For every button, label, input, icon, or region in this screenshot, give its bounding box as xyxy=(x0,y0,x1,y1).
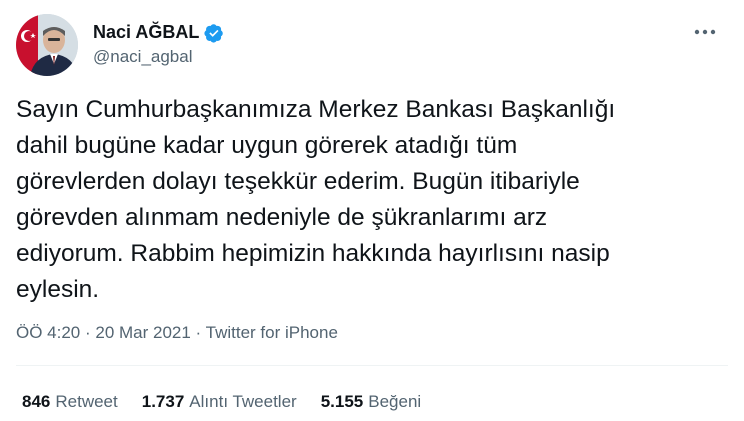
likes-stat[interactable]: 5.155 Beğeni xyxy=(321,392,421,412)
author-display-name[interactable]: Naci AĞBAL xyxy=(93,22,199,43)
tweet-text: Sayın Cumhurbaşkanımıza Merkez Bankası B… xyxy=(16,96,616,303)
author-name-row: Naci AĞBAL xyxy=(93,22,224,43)
retweets-stat[interactable]: 846 Retweet xyxy=(22,392,118,412)
author-handle[interactable]: @naci_agbal xyxy=(93,47,193,67)
quotes-stat[interactable]: 1.737 Alıntı Tweetler xyxy=(142,392,297,412)
likes-label: Beğeni xyxy=(368,392,422,411)
more-dots-icon xyxy=(694,29,716,35)
tweet-header: Naci AĞBAL @naci_agbal xyxy=(16,10,728,76)
meta-separator: · xyxy=(80,323,96,342)
tweet-stats: 846 Retweet 1.737 Alıntı Tweetler 5.155 … xyxy=(22,392,421,412)
likes-count: 5.155 xyxy=(320,392,364,411)
retweets-count: 846 xyxy=(22,392,51,411)
tweet-source[interactable]: Twitter for iPhone xyxy=(206,323,338,342)
quotes-count: 1.737 xyxy=(141,392,185,411)
retweets-label: Retweet xyxy=(55,392,118,411)
tweet-meta: ÖÖ 4:20 · 20 Mar 2021 · Twitter for iPho… xyxy=(16,323,338,343)
tweet-time[interactable]: ÖÖ 4:20 xyxy=(16,323,80,342)
tweet-card: Naci AĞBAL @naci_agbal Sayın Cumhurbaşka… xyxy=(0,0,744,421)
divider xyxy=(16,365,728,366)
more-options-button[interactable] xyxy=(690,20,720,44)
avatar-photo-icon xyxy=(16,14,78,76)
tweet-date[interactable]: 20 Mar 2021 xyxy=(95,323,190,342)
author-avatar[interactable] xyxy=(16,14,78,76)
verified-badge-icon xyxy=(204,23,224,43)
meta-separator: · xyxy=(190,323,206,342)
quotes-label: Alıntı Tweetler xyxy=(189,392,297,411)
